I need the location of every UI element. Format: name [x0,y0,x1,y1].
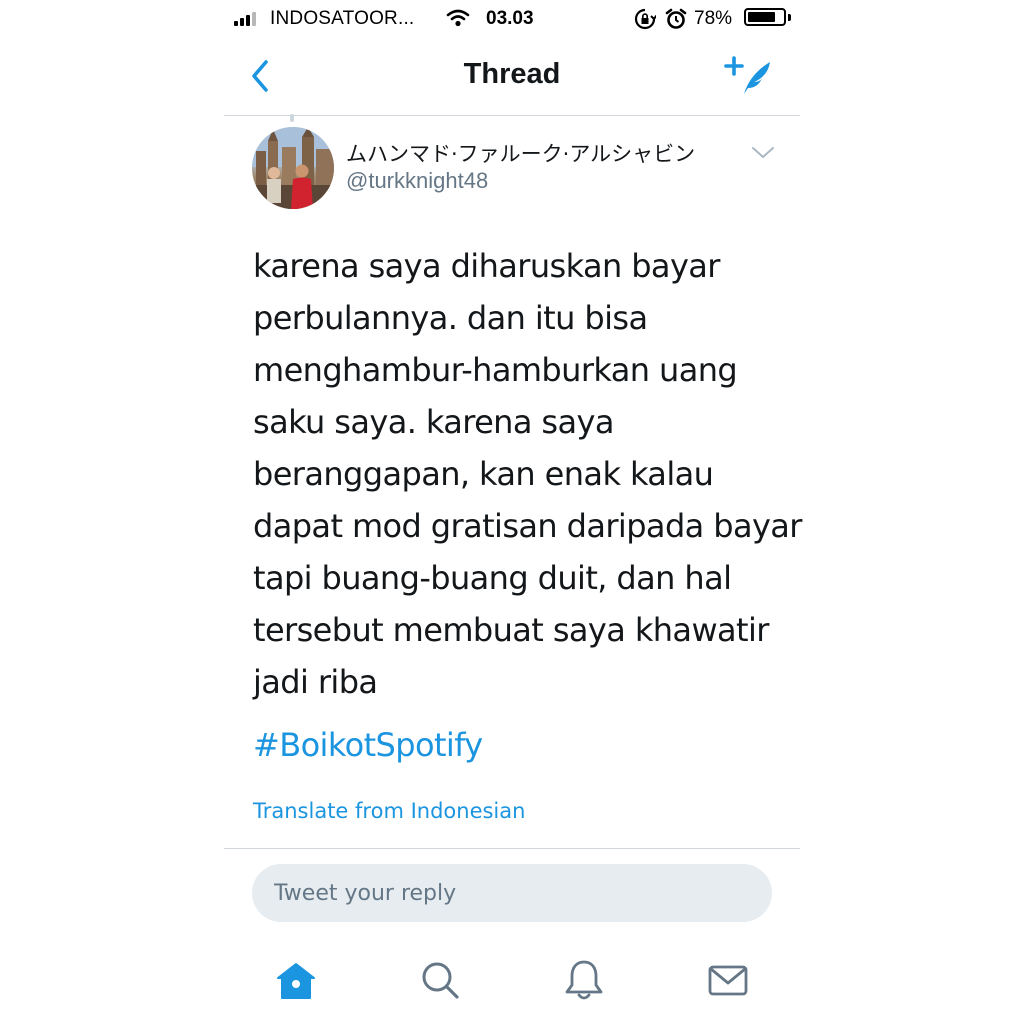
carrier-name: INDOSATOOR... [270,8,415,29]
navigation-bar: Thread [224,40,800,116]
compose-tweet-button[interactable] [724,54,776,100]
tweet-text-line: perbulannya. dan itu bisa [253,299,648,337]
page-title: Thread [463,58,561,90]
battery-percentage: 78% [694,8,733,29]
divider [224,848,800,849]
author-display-name[interactable]: ムハンマド·ファルーク·アルシャビン [346,138,695,168]
chevron-down-icon [752,147,774,158]
tweet-text-line: tersebut membuat saya khawatir [253,611,769,649]
tweet-text: karena saya diharuskan bayar perbulannya… [253,240,802,708]
battery-cap [788,14,791,21]
tweet-text-line: dapat mod gratisan daripada bayar [253,507,802,545]
battery-level-fill [748,12,775,22]
tweet-text-line: jadi riba [253,663,378,701]
tweet-text-line: karena saya diharuskan bayar [253,247,720,285]
author-handle[interactable]: @turkknight48 [346,168,488,194]
status-time: 03.03 [486,8,534,29]
tweet-menu-button[interactable] [750,142,776,162]
translate-link[interactable]: Translate from Indonesian [253,799,525,823]
phone-screen: INDOSATOOR... 03.03 78% Thread ムハンマド·ファル… [224,0,802,1024]
avatar[interactable] [252,127,334,209]
tweet-text-line: menghambur-hamburkan uang [253,351,738,389]
notifications-icon [565,960,603,1000]
avatar-photo [252,127,334,209]
compose-tweet-icon [724,56,770,94]
battery-icon [744,8,786,26]
reply-input[interactable] [252,864,772,922]
tweet-text-line: tapi buang-buang duit, dan hal [253,559,732,597]
tweet-text-line: beranggapan, kan enak kalau [253,455,714,493]
messages-icon [708,965,748,996]
search-icon [422,962,459,999]
hashtag-link[interactable]: #BoikotSpotify [253,726,483,764]
wifi-icon [446,8,470,34]
status-bar: INDOSATOOR... 03.03 78% [224,0,800,38]
orientation-lock-icon [634,8,658,36]
tab-search[interactable] [416,956,464,1004]
tab-messages[interactable] [704,956,752,1004]
home-icon [277,963,315,999]
alarm-icon [665,8,687,36]
tab-home[interactable] [272,956,320,1004]
tweet-text-line: saku saya. karena saya [253,403,614,441]
thread-connector [290,114,294,122]
tab-notifications[interactable] [560,956,608,1004]
